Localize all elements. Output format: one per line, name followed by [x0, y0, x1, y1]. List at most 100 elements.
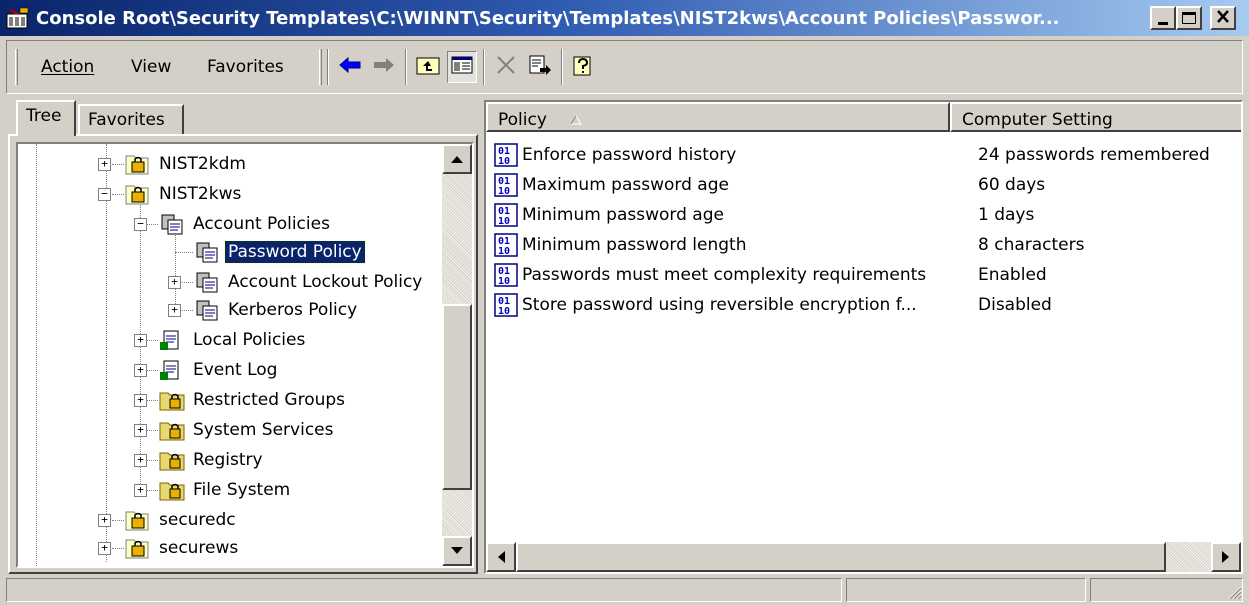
policy-name: Store password using reversible encrypti…	[522, 295, 917, 315]
tree-vertical-scrollbar[interactable]	[442, 144, 472, 566]
tree-item-label: Restricted Groups	[193, 390, 346, 410]
policy-setting-value: 24 passwords remembered	[978, 145, 1210, 165]
tree-line	[106, 144, 107, 562]
tree-item-label: NIST2kdm	[159, 154, 246, 174]
tree-item-kerberos-policy[interactable]: Kerberos Policy	[193, 296, 360, 324]
tree-line	[146, 460, 158, 461]
expand-icon[interactable]: +	[134, 394, 147, 407]
policy-row[interactable]: 01 10 Enforce password history 24 passwor…	[492, 140, 1210, 170]
expand-icon[interactable]: +	[98, 514, 111, 527]
collapse-icon[interactable]: −	[134, 218, 147, 231]
policy-setting-icon: 0110	[494, 233, 518, 257]
tree-item-account-policies[interactable]: Account Policies	[158, 210, 333, 238]
resize-grip-icon[interactable]	[1226, 584, 1242, 605]
policy-row[interactable]: 01 10 Passwords must meet complexity requ…	[492, 260, 1047, 290]
up-one-level-button[interactable]	[413, 51, 443, 83]
expand-icon[interactable]: +	[168, 304, 181, 317]
scroll-up-button[interactable]	[442, 144, 472, 174]
expand-icon[interactable]: +	[98, 542, 111, 555]
expand-icon[interactable]: +	[134, 424, 147, 437]
menu-view-label: View	[131, 57, 172, 77]
tree-line	[146, 370, 158, 371]
menu-favorites[interactable]: Favorites	[207, 57, 284, 77]
tree-item-password-policy[interactable]: Password Policy	[193, 238, 366, 266]
show-hide-tree-button[interactable]	[447, 51, 477, 83]
tree-item-file-system[interactable]: File System	[158, 476, 293, 504]
tree-item-registry[interactable]: Registry	[158, 446, 266, 474]
policy-folder-icon	[196, 300, 218, 321]
expand-icon[interactable]: +	[134, 364, 147, 377]
tab-favorites[interactable]: Favorites	[78, 104, 184, 134]
menu-action[interactable]: Action	[41, 57, 94, 77]
close-icon	[1216, 10, 1230, 26]
tree-item-securews[interactable]: securews	[124, 534, 241, 562]
tree-item-system-services[interactable]: System Services	[158, 416, 336, 444]
scroll-down-button[interactable]	[442, 536, 472, 566]
help-button[interactable]	[569, 51, 599, 83]
tree-item-account-lockout-policy[interactable]: Account Lockout Policy	[193, 268, 425, 296]
column-header-label: Policy	[498, 110, 547, 130]
tree-item-label: Registry	[193, 450, 263, 470]
help-icon	[572, 53, 596, 82]
scroll-thumb[interactable]	[516, 542, 1166, 572]
delete-button[interactable]	[491, 51, 521, 83]
policy-name: Enforce password history	[522, 145, 737, 165]
tab-favorites-label: Favorites	[88, 110, 165, 130]
column-header-computer-setting[interactable]: Computer Setting	[950, 102, 1241, 132]
policy-name: Maximum password age	[522, 175, 729, 195]
tree-item-label: securews	[159, 538, 239, 558]
tree-item-event-log[interactable]: Event Log	[158, 356, 280, 384]
expand-icon[interactable]: +	[134, 334, 147, 347]
tree-item-label: Kerberos Policy	[228, 300, 358, 320]
tree-item-label: Password Policy	[224, 240, 366, 264]
expand-icon[interactable]: +	[98, 158, 111, 171]
sort-ascending-icon	[570, 110, 583, 130]
back-button[interactable]	[335, 51, 365, 83]
close-button[interactable]	[1210, 6, 1236, 30]
policy-folder-icon	[161, 214, 183, 235]
tab-tree[interactable]: Tree	[16, 100, 76, 136]
results-list[interactable]: Policy Computer Setting 01 10 Enforce pas…	[484, 100, 1243, 574]
arrow-down-icon	[451, 547, 463, 554]
tree-item-label: Account Lockout Policy	[228, 272, 423, 292]
tree-item-local-policies[interactable]: Local Policies	[158, 326, 308, 354]
tree-line	[36, 144, 37, 566]
policy-row[interactable]: 01 10 Minimum password age 1 days	[492, 200, 1034, 230]
tree-item-label: File System	[193, 480, 291, 500]
menu-view[interactable]: View	[131, 57, 171, 77]
template-lock-icon	[125, 539, 149, 559]
expand-icon[interactable]: +	[168, 276, 181, 289]
policy-row[interactable]: 01 10 Maximum password age 60 days	[492, 170, 1045, 200]
console-tree[interactable]: + NIST2kdm − NIST2kws − Account Policies…	[16, 142, 474, 568]
export-list-button[interactable]	[525, 51, 555, 83]
tree-item-securedc[interactable]: securedc	[124, 506, 239, 534]
toolbar-grip-2[interactable]	[319, 49, 322, 85]
tree-item-nist2kws[interactable]: NIST2kws	[124, 180, 244, 208]
scroll-right-button[interactable]	[1211, 542, 1241, 572]
collapse-icon[interactable]: −	[98, 188, 111, 201]
forward-button[interactable]	[369, 51, 399, 83]
maximize-button[interactable]	[1176, 6, 1202, 30]
policy-setting-icon: 0110	[494, 293, 518, 317]
policy-setting-icon: 0110	[494, 143, 518, 167]
menu-favorites-label: Favorites	[207, 57, 284, 77]
expand-icon[interactable]: +	[134, 484, 147, 497]
column-header-policy[interactable]: Policy	[486, 102, 950, 132]
tree-item-nist2kdm[interactable]: NIST2kdm	[124, 150, 249, 178]
policy-row[interactable]: 01 10 Store password using reversible enc…	[492, 290, 1052, 320]
toolbar-separator	[405, 49, 407, 85]
svg-text:10: 10	[498, 216, 510, 227]
minimize-button[interactable]	[1150, 6, 1176, 30]
back-arrow-icon	[338, 56, 362, 79]
expand-icon[interactable]: +	[134, 454, 147, 467]
scroll-left-button[interactable]	[486, 542, 516, 572]
scroll-thumb[interactable]	[442, 304, 472, 490]
tree-item-restricted-groups[interactable]: Restricted Groups	[158, 386, 348, 414]
mmc-app-icon[interactable]	[6, 7, 30, 29]
list-horizontal-scrollbar[interactable]	[486, 542, 1241, 572]
policy-row[interactable]: 01 10 Minimum password length 8 character…	[492, 230, 1084, 260]
title-bar[interactable]: Console Root\Security Templates\C:\WINNT…	[0, 0, 1249, 36]
template-lock-icon	[125, 511, 149, 531]
column-header-label: Computer Setting	[962, 110, 1113, 130]
toolbar-grip[interactable]	[15, 49, 18, 85]
